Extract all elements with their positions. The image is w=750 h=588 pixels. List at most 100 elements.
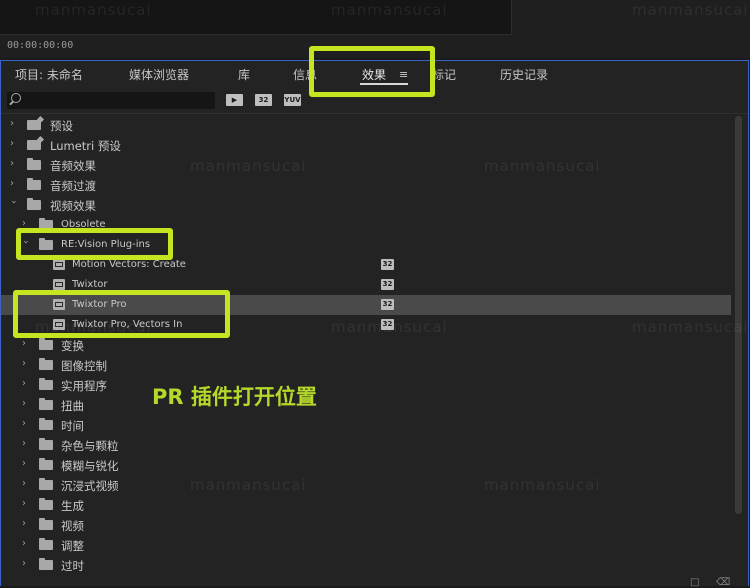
- folder-icon: [39, 398, 53, 410]
- chevron-right-icon[interactable]: ›: [10, 139, 18, 149]
- vertical-scrollbar[interactable]: [735, 116, 742, 514]
- annotation-text: PR 插件打开位置: [152, 385, 317, 409]
- tree-item-distort[interactable]: › 扭曲: [1, 395, 731, 415]
- tab-markers[interactable]: 标记: [432, 66, 456, 83]
- folder-icon: [39, 498, 53, 510]
- tree-item-label: 预设: [50, 119, 73, 133]
- preset-folder-icon: [27, 120, 41, 130]
- tree-item-image-control[interactable]: › 图像控制: [1, 355, 731, 375]
- tree-item-adjust[interactable]: › 调整: [1, 535, 731, 555]
- 32bit-filter-button[interactable]: 32: [255, 94, 272, 106]
- tree-item-label: 音频效果: [50, 159, 96, 173]
- tree-item-utility[interactable]: › 实用程序: [1, 375, 731, 395]
- chevron-right-icon[interactable]: ›: [22, 359, 30, 369]
- tab-libraries[interactable]: 库: [238, 66, 250, 83]
- tab-media-browser[interactable]: 媒体浏览器: [129, 66, 189, 83]
- folder-icon: [39, 438, 53, 450]
- folder-icon: [27, 158, 41, 170]
- chevron-right-icon[interactable]: ›: [22, 519, 30, 529]
- folder-icon: [39, 358, 53, 370]
- chevron-right-icon[interactable]: ›: [22, 379, 30, 389]
- tab-project[interactable]: 项目: 未命名: [15, 66, 83, 83]
- tree-item-label: 模糊与锐化: [61, 459, 119, 473]
- folder-icon: [39, 478, 53, 490]
- effects-search-input[interactable]: [7, 92, 215, 109]
- tree-item-lumetri-presets[interactable]: › Lumetri 预设: [1, 135, 731, 155]
- tree-item-label: 沉浸式视频: [61, 479, 119, 493]
- tree-item-video[interactable]: › 视频: [1, 515, 731, 535]
- folder-icon: [27, 178, 41, 190]
- tree-item-obsolete-cn[interactable]: › 过时: [1, 555, 731, 575]
- tree-item-time[interactable]: › 时间: [1, 415, 731, 435]
- tree-item-generate[interactable]: › 生成: [1, 495, 731, 515]
- tree-item-label: Twixtor: [72, 279, 108, 290]
- watermark: manmansucai: [484, 476, 601, 494]
- watermark: manmansucai: [331, 1, 448, 19]
- watermark: manmansucai: [632, 318, 749, 336]
- watermark: manmansucai: [632, 1, 749, 19]
- folder-icon: [39, 518, 53, 530]
- tree-item-audio-effects[interactable]: › 音频效果: [1, 155, 731, 175]
- yuv-filter-button[interactable]: YUV: [284, 94, 301, 106]
- effect-icon: [53, 259, 65, 270]
- folder-icon: [39, 338, 53, 350]
- chevron-right-icon[interactable]: ›: [22, 439, 30, 449]
- tree-item-label: 时间: [61, 419, 84, 433]
- chevron-right-icon[interactable]: ›: [10, 159, 18, 169]
- watermark: manmansucai: [190, 476, 307, 494]
- new-bin-icon[interactable]: □: [690, 577, 699, 588]
- divider: [1, 113, 748, 114]
- 32bit-badge-icon: 32: [381, 279, 394, 290]
- tree-item-label: 调整: [61, 539, 84, 553]
- 32bit-badge-icon: 32: [381, 299, 394, 310]
- tree-item-label: 生成: [61, 499, 84, 513]
- tree-item-label: 实用程序: [61, 379, 107, 393]
- chevron-right-icon[interactable]: ›: [22, 499, 30, 509]
- tree-item-video-effects[interactable]: › 视频效果: [1, 195, 731, 215]
- chevron-right-icon[interactable]: ›: [22, 339, 30, 349]
- tree-item-label: 扭曲: [61, 399, 84, 413]
- chevron-right-icon[interactable]: ›: [22, 459, 30, 469]
- effect-icon: [53, 279, 65, 290]
- 32bit-badge-icon: 32: [381, 259, 394, 270]
- folder-icon: [39, 538, 53, 550]
- tree-item-label: 视频: [61, 519, 84, 533]
- tree-item-blur-sharpen[interactable]: › 模糊与锐化: [1, 455, 731, 475]
- chevron-right-icon[interactable]: ›: [22, 399, 30, 409]
- folder-icon: [27, 198, 41, 210]
- tree-item-label: 音频过渡: [50, 179, 96, 193]
- tree-item-audio-transitions[interactable]: › 音频过渡: [1, 175, 731, 195]
- folder-icon: [39, 418, 53, 430]
- preset-folder-icon: [27, 140, 41, 150]
- timecode-display[interactable]: 00:00:00:00: [7, 40, 73, 51]
- folder-icon: [39, 458, 53, 470]
- accelerated-effects-filter-button[interactable]: ▶: [226, 94, 243, 106]
- tree-item-label: 过时: [61, 559, 84, 573]
- watermark: manmansucai: [331, 318, 448, 336]
- search-icon: [11, 93, 21, 103]
- revision-folder-highlight-box: [16, 228, 173, 260]
- tree-item-immersive-video[interactable]: › 沉浸式视频: [1, 475, 731, 495]
- chevron-right-icon[interactable]: ›: [22, 539, 30, 549]
- tab-history[interactable]: 历史记录: [500, 66, 548, 83]
- chevron-right-icon[interactable]: ›: [22, 479, 30, 489]
- chevron-down-icon[interactable]: ›: [8, 200, 19, 208]
- watermark: manmansucai: [190, 157, 307, 175]
- tree-item-label: 变换: [61, 339, 84, 353]
- watermark: manmansucai: [484, 157, 601, 175]
- folder-icon: [39, 378, 53, 390]
- tree-item-label: 杂色与颗粒: [61, 439, 119, 453]
- chevron-right-icon[interactable]: ›: [10, 179, 18, 189]
- tree-item-noise-grain[interactable]: › 杂色与颗粒: [1, 435, 731, 455]
- tree-item-label: Lumetri 预设: [50, 139, 121, 153]
- chevron-right-icon[interactable]: ›: [22, 559, 30, 569]
- chevron-right-icon[interactable]: ›: [22, 419, 30, 429]
- delete-icon[interactable]: ⌫: [716, 577, 730, 588]
- watermark: manmansucai: [35, 1, 152, 19]
- tree-item-transform[interactable]: › 变换: [1, 335, 731, 355]
- effects-tab-highlight-box: [309, 46, 435, 97]
- tree-item-label: 视频效果: [50, 199, 96, 213]
- tree-item-presets[interactable]: › 预设: [1, 115, 731, 135]
- folder-icon: [39, 558, 53, 570]
- chevron-right-icon[interactable]: ›: [10, 119, 18, 129]
